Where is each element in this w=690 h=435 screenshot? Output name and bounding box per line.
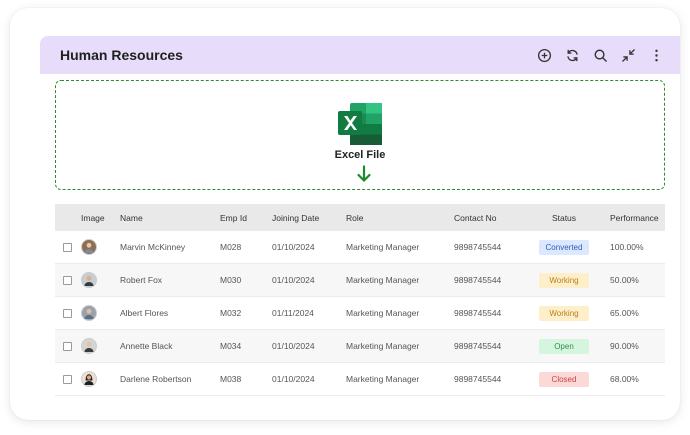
performance-value: 90.00% (610, 341, 639, 351)
column-header: Performance (610, 212, 659, 223)
excel-file-icon (338, 103, 382, 145)
column-header: Image (81, 212, 105, 223)
more-vertical-icon[interactable] (648, 47, 664, 63)
status-badge: Open (539, 338, 589, 354)
column-header: Role (346, 212, 364, 223)
status-badge: Working (539, 272, 589, 288)
employee-name: Darlene Robertson (120, 374, 192, 384)
row-checkbox[interactable] (62, 275, 72, 285)
table-row[interactable]: Darlene Robertson M038 01/10/2024 Market… (55, 363, 665, 396)
contact-number: 9898745544 (454, 308, 502, 318)
performance-value: 68.00% (610, 374, 639, 384)
employee-name: Robert Fox (120, 275, 163, 285)
employee-role: Marketing Manager (346, 242, 420, 252)
avatar (81, 305, 97, 321)
row-checkbox[interactable] (62, 374, 72, 384)
employee-table: Image Name Emp Id Joining Date Role Cont… (55, 204, 665, 396)
employee-id: M030 (220, 275, 242, 285)
table-row[interactable]: Robert Fox M030 01/10/2024 Marketing Man… (55, 264, 665, 297)
performance-value: 100.00% (610, 242, 644, 252)
table-row[interactable]: Marvin McKinney M028 01/10/2024 Marketin… (55, 231, 665, 264)
avatar (81, 338, 97, 354)
contact-number: 9898745544 (454, 374, 502, 384)
contact-number: 9898745544 (454, 341, 502, 351)
collapse-icon[interactable] (620, 47, 636, 63)
avatar (81, 371, 97, 387)
joining-date: 01/10/2024 (272, 242, 315, 252)
contact-number: 9898745544 (454, 242, 502, 252)
status-badge: Closed (539, 371, 589, 387)
column-header: Name (120, 212, 143, 223)
excel-file-label: Excel File (334, 149, 386, 161)
employee-id: M034 (220, 341, 242, 351)
row-checkbox[interactable] (62, 308, 72, 318)
employee-id: M032 (220, 308, 242, 318)
header-actions (536, 47, 664, 63)
employee-role: Marketing Manager (346, 308, 420, 318)
employee-name: Annette Black (120, 341, 173, 351)
employee-role: Marketing Manager (346, 374, 420, 384)
employee-name: Marvin McKinney (120, 242, 186, 252)
column-header: Status (551, 212, 577, 223)
avatar (81, 239, 97, 255)
row-checkbox[interactable] (62, 341, 72, 351)
panel-header: Human Resources (40, 36, 680, 74)
search-icon[interactable] (592, 47, 608, 63)
down-arrow-icon (357, 165, 371, 182)
joining-date: 01/10/2024 (272, 374, 315, 384)
file-dropzone[interactable]: Excel File (55, 80, 665, 190)
performance-value: 65.00% (610, 308, 639, 318)
page-title: Human Resources (60, 47, 183, 63)
avatar (81, 272, 97, 288)
refresh-icon[interactable] (564, 47, 580, 63)
joining-date: 01/10/2024 (272, 275, 315, 285)
add-circle-icon[interactable] (536, 47, 552, 63)
table-header: Image Name Emp Id Joining Date Role Cont… (55, 204, 665, 231)
employee-role: Marketing Manager (346, 341, 420, 351)
status-badge: Working (539, 305, 589, 321)
employee-role: Marketing Manager (346, 275, 420, 285)
status-badge: Converted (538, 239, 590, 255)
contact-number: 9898745544 (454, 275, 502, 285)
row-checkbox[interactable] (62, 242, 72, 252)
table-row[interactable]: Albert Flores M032 01/11/2024 Marketing … (55, 297, 665, 330)
table-row[interactable]: Annette Black M034 01/10/2024 Marketing … (55, 330, 665, 363)
joining-date: 01/11/2024 (272, 308, 314, 318)
column-header: Joining Date (272, 212, 320, 223)
employee-id: M028 (220, 242, 242, 252)
performance-value: 50.00% (610, 275, 639, 285)
employee-name: Albert Flores (120, 308, 169, 318)
employee-id: M038 (220, 374, 242, 384)
column-header: Contact No (454, 212, 497, 223)
column-header: Emp Id (220, 212, 247, 223)
joining-date: 01/10/2024 (272, 341, 315, 351)
